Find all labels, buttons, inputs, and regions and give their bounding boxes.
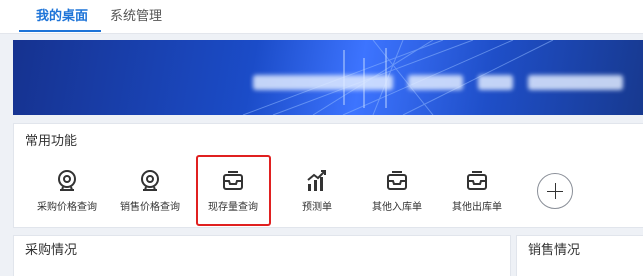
card-title: 采购情况: [25, 243, 78, 258]
function-forecast-order[interactable]: 预测单: [277, 168, 357, 214]
add-function-button[interactable]: [537, 173, 573, 209]
purchase-overview-card: 采购情况: [13, 235, 511, 276]
function-label: 销售价格查询: [120, 202, 180, 213]
webcam-icon: [141, 170, 159, 191]
active-tab-indicator: [19, 30, 101, 32]
function-sales-price-query[interactable]: 销售价格查询: [110, 168, 190, 214]
blurred-banner-text: [528, 75, 623, 90]
blurred-banner-text: [478, 75, 513, 90]
bar-chart-icon: [307, 170, 326, 191]
sales-overview-card: 销售情况: [516, 235, 643, 276]
tab-system-management[interactable]: 系统管理: [110, 9, 162, 25]
card-title: 销售情况: [528, 243, 581, 258]
function-other-inbound-order[interactable]: 其他入库单: [357, 168, 437, 214]
tray-icon: [467, 171, 487, 190]
tab-my-desktop[interactable]: 我的桌面: [36, 9, 88, 25]
function-label: 其他出库单: [452, 202, 502, 213]
blurred-banner-text: [253, 75, 393, 90]
function-purchase-price-query[interactable]: 采购价格查询: [27, 168, 107, 214]
function-label: 其他入库单: [372, 202, 422, 213]
banner: 系: [13, 40, 643, 115]
function-other-outbound-order[interactable]: 其他出库单: [437, 168, 517, 214]
tray-icon: [387, 171, 407, 190]
blurred-banner-text: [408, 75, 463, 90]
webcam-icon: [58, 170, 76, 191]
top-tab-bar: 我的桌面 系统管理: [0, 0, 643, 34]
function-label: 采购价格查询: [37, 202, 97, 213]
highlight-box: [196, 155, 271, 226]
common-functions-title: 常用功能: [25, 134, 78, 149]
function-label: 预测单: [302, 202, 332, 213]
